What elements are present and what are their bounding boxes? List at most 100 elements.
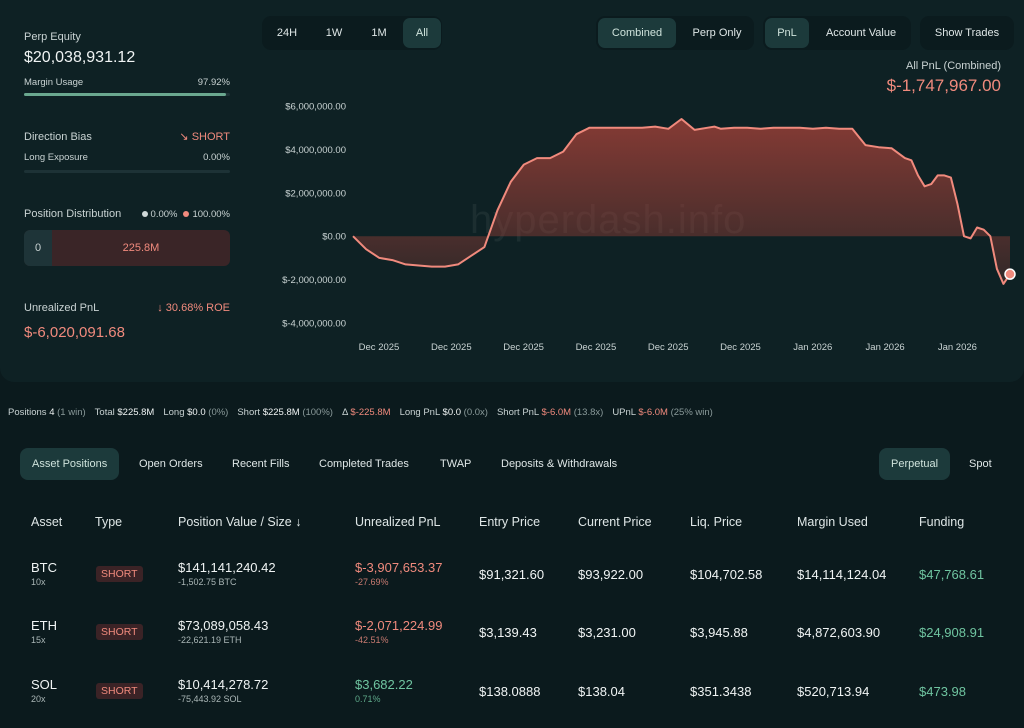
funding-value: $24,908.91 [919,625,985,640]
long-exposure-bar [24,170,230,173]
position-value: $73,089,058.43 [178,618,269,633]
tab-deposits-withdrawals[interactable]: Deposits & Withdrawals [489,448,629,480]
x-tick-label: Dec 2025 [648,342,689,353]
unrealized-pnl-value: $-6,020,091.68 [24,324,125,341]
distribution-legend: 0.00% 100.00% [141,208,230,220]
position-distribution-label: Position Distribution [24,208,122,220]
summary-delta: Δ $-225.8M [342,407,391,418]
range-all-button[interactable]: All [403,18,441,48]
delta-value: $-225.8M [350,407,391,418]
header-type[interactable]: Type [95,515,122,529]
header-position-value[interactable]: Position Value / Size ↓ [178,515,301,529]
position-value: $10,414,278.72 [178,677,269,692]
position-type-badge: SHORT [96,683,143,699]
position-size: -75,443.92 SOL [178,694,242,704]
unrealized-pnl-label: Unrealized PnL [24,302,100,314]
margin-usage-value: 97.92% [197,77,230,88]
short-dot-icon [183,210,190,217]
chart-pnl-label: All PnL (Combined) [906,60,1001,72]
x-tick-label: Dec 2025 [359,342,400,353]
margin-usage-label: Margin Usage [24,77,84,88]
sort-down-icon[interactable]: ↓ [295,515,301,529]
tab-twap[interactable]: TWAP [428,448,483,480]
roe-text: 30.68% ROE [165,302,230,314]
summary-total: Total $225.8M [95,407,155,418]
margin-used: $520,713.94 [797,684,870,699]
current-price: $93,922.00 [578,567,644,582]
margin-used: $14,114,124.04 [797,567,887,582]
row-unrealized-pnl-pct: -42.51% [355,635,389,645]
row-unrealized-pnl: $3,682.22 [355,677,413,692]
legend-long: 0.00% [141,208,178,220]
dist-short-value: 225.8M [122,242,160,254]
header-entry-price[interactable]: Entry Price [479,515,540,529]
distribution-bar: 0 225.8M [24,230,230,266]
perp-only-button[interactable]: Perp Only [680,18,754,48]
tab-spot[interactable]: Spot [957,448,1004,480]
long-label: Long [163,407,185,418]
last-point-marker [1004,268,1016,280]
upnl-value: $-6.0M [638,407,668,418]
pnl-area [353,119,1010,284]
y-tick-label: $-4,000,000.00 [282,319,346,330]
header-liq-price[interactable]: Liq. Price [690,515,742,529]
short-pnl-x: (13.8x) [573,407,604,418]
tab-perpetual[interactable]: Perpetual [879,448,951,480]
pnl-button[interactable]: PnL [765,18,809,48]
tab-completed-trades[interactable]: Completed Trades [307,448,421,480]
combined-button[interactable]: Combined [598,18,676,48]
dist-long-pct: 0.00% [150,208,178,220]
tab-recent-fills[interactable]: Recent Fills [220,448,301,480]
summary-long: Long $0.0 (0%) [163,407,228,418]
long-pnl-x: (0.0x) [463,407,488,418]
asset-name: SOL [31,677,58,692]
short-pct: (100%) [302,407,333,418]
x-tick-label: Jan 2026 [938,342,977,353]
header-current-price[interactable]: Current Price [578,515,652,529]
funding-value: $47,768.61 [919,567,985,582]
tab-asset-positions[interactable]: Asset Positions [20,448,120,480]
long-exposure-row: Long Exposure 0.00% [24,152,230,163]
tab-open-orders[interactable]: Open Orders [127,448,215,480]
row-unrealized-pnl: $-3,907,653.37 [355,560,443,575]
position-distribution-row: Position Distribution 0.00% 100.00% [24,208,230,220]
x-tick-label: Dec 2025 [576,342,617,353]
liq-price: $3,945.88 [690,625,748,640]
range-1m-button[interactable]: 1M [360,18,398,48]
direction-bias-text: SHORT [191,131,230,143]
long-value: $0.0 [187,407,206,418]
margin-usage-bar [24,93,230,96]
y-tick-label: $6,000,000.00 [285,102,346,113]
roe-value: ↓ 30.68% ROE [157,302,230,314]
header-unrealized-pnl[interactable]: Unrealized PnL [355,515,440,529]
row-unrealized-pnl: $-2,071,224.99 [355,618,443,633]
range-1w-button[interactable]: 1W [315,18,353,48]
pnl-chart: $6,000,000.00 $4,000,000.00 $2,000,000.00 $… [282,102,1016,353]
arrow-down-icon: ↓ [157,302,163,314]
header-margin-used[interactable]: Margin Used [797,515,868,529]
entry-price: $138.0888 [479,684,541,699]
x-tick-label: Jan 2026 [793,342,832,353]
x-tick-label: Dec 2025 [720,342,761,353]
liq-price: $104,702.58 [690,567,763,582]
range-24h-button[interactable]: 24H [268,18,306,48]
short-pnl-value: $-6.0M [541,407,572,418]
header-funding[interactable]: Funding [919,515,964,529]
account-value-button[interactable]: Account Value [814,18,908,48]
asset-name: BTC [31,560,57,575]
positions-summary: Positions 4 (1 win) Total $225.8M Long $… [8,407,713,418]
unrealized-pnl-row: Unrealized PnL ↓ 30.68% ROE [24,302,230,314]
summary-positions: Positions 4 (1 win) [8,407,86,418]
header-asset[interactable]: Asset [31,515,62,529]
show-trades-button[interactable]: Show Trades [922,18,1012,48]
margin-usage-row: Margin Usage 97.92% [24,77,230,88]
row-unrealized-pnl-pct: 0.71% [355,694,381,704]
current-price: $138.04 [578,684,625,699]
long-exposure-label: Long Exposure [24,152,88,163]
positions-count: 4 [49,407,55,418]
total-value: $225.8M [117,407,155,418]
perp-equity-label: Perp Equity [24,31,81,43]
positions-label: Positions [8,407,47,418]
short-value: $225.8M [262,407,300,418]
direction-bias-row: Direction Bias ↘ SHORT [24,130,230,144]
